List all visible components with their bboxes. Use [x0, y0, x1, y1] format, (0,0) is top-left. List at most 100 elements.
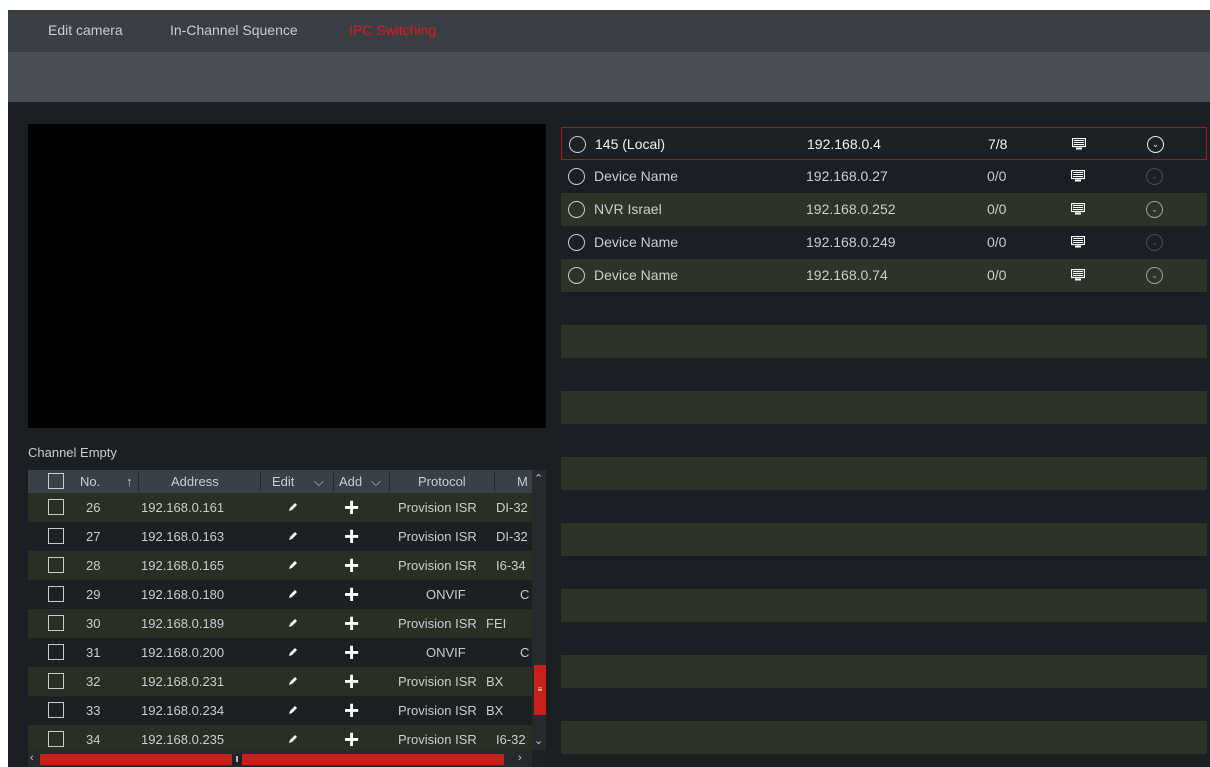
device-radio[interactable]	[568, 267, 585, 284]
row-checkbox[interactable]	[48, 702, 64, 718]
monitor-icon[interactable]	[1071, 203, 1085, 215]
device-radio[interactable]	[568, 201, 585, 218]
row-checkbox[interactable]	[48, 557, 64, 573]
edit-pencil-icon[interactable]	[286, 645, 300, 659]
edit-chevron-down-icon[interactable]: ⌵	[314, 474, 324, 490]
monitor-icon[interactable]	[1072, 138, 1086, 150]
scroll-grip-icon[interactable]: ‖	[232, 754, 242, 765]
cell-address: 192.168.0.235	[141, 732, 225, 747]
sort-arrow-up-icon[interactable]: ↑	[126, 474, 133, 489]
device-row[interactable]: Device Name 192.168.0.27 0/0 ⌄	[561, 160, 1207, 193]
scroll-left-icon[interactable]: ‹	[30, 752, 34, 764]
add-chevron-down-icon[interactable]: ⌵	[371, 474, 381, 490]
monitor-icon[interactable]	[1071, 269, 1085, 281]
cell-model: C	[520, 645, 530, 660]
add-plus-icon[interactable]: +	[344, 639, 359, 665]
expand-chevron-icon[interactable]: ⌄	[1147, 136, 1164, 153]
col-protocol[interactable]: Protocol	[418, 474, 466, 489]
col-address[interactable]: Address	[171, 474, 219, 489]
table-row[interactable]: 33 192.168.0.234 + Provision ISR BX	[28, 696, 532, 725]
expand-chevron-icon[interactable]: ⌄	[1146, 234, 1163, 251]
table-row[interactable]: 32 192.168.0.231 + Provision ISR BX	[28, 667, 532, 696]
row-checkbox[interactable]	[48, 586, 64, 602]
table-row[interactable]: 28 192.168.0.165 + Provision ISR I6-34	[28, 551, 532, 580]
device-radio[interactable]	[568, 234, 585, 251]
vertical-scrollbar[interactable]: ⌃ ≡ ⌄	[532, 470, 546, 750]
cell-model: I6-34	[496, 558, 526, 573]
select-all-checkbox[interactable]	[48, 473, 64, 489]
row-checkbox[interactable]	[48, 731, 64, 747]
tab-ipc-switching[interactable]: IPC Switching	[349, 22, 436, 38]
cell-model: DI-32	[496, 500, 528, 515]
col-add[interactable]: Add	[339, 474, 362, 489]
row-checkbox[interactable]	[48, 644, 64, 660]
list-row-empty	[561, 325, 1207, 358]
table-row[interactable]: 30 192.168.0.189 + Provision ISR FEI	[28, 609, 532, 638]
device-name: Device Name	[594, 168, 679, 184]
tab-edit-camera[interactable]: Edit camera	[48, 22, 123, 38]
device-row[interactable]: Device Name 192.168.0.74 0/0 ⌄	[561, 259, 1207, 292]
add-plus-icon[interactable]: +	[344, 581, 359, 607]
col-no[interactable]: No.	[80, 474, 100, 489]
row-checkbox[interactable]	[48, 528, 64, 544]
scroll-thumb[interactable]	[534, 695, 546, 715]
cell-no: 27	[86, 529, 101, 544]
device-row[interactable]: NVR Israel 192.168.0.252 0/0 ⌄	[561, 193, 1207, 226]
cell-address: 192.168.0.163	[141, 529, 225, 544]
device-radio[interactable]	[568, 168, 585, 185]
horizontal-scrollbar[interactable]: ‹ ‖ ›	[28, 750, 532, 767]
expand-chevron-icon[interactable]: ⌄	[1146, 201, 1163, 218]
list-row-empty	[561, 523, 1207, 556]
device-row[interactable]: 145 (Local) 192.168.0.4 7/8 ⌄	[561, 127, 1207, 160]
row-checkbox[interactable]	[48, 499, 64, 515]
add-plus-icon[interactable]: +	[344, 610, 359, 636]
device-channels: 0/0	[987, 168, 1007, 184]
table-header: No. ↑ Address Edit ⌵ Add ⌵ Protocol M	[28, 470, 532, 493]
edit-pencil-icon[interactable]	[286, 587, 300, 601]
scroll-grip-icon[interactable]: ≡	[534, 685, 546, 695]
row-checkbox[interactable]	[48, 673, 64, 689]
edit-pencil-icon[interactable]	[286, 616, 300, 630]
add-plus-icon[interactable]: +	[344, 523, 359, 549]
cell-protocol: Provision ISR	[398, 529, 477, 544]
row-checkbox[interactable]	[48, 615, 64, 631]
divider	[389, 472, 390, 491]
edit-pencil-icon[interactable]	[286, 529, 300, 543]
table-row[interactable]: 29 192.168.0.180 + ONVIF C	[28, 580, 532, 609]
cell-protocol: Provision ISR	[398, 674, 477, 689]
monitor-icon[interactable]	[1071, 236, 1085, 248]
expand-chevron-icon[interactable]: ⌄	[1146, 168, 1163, 185]
add-plus-icon[interactable]: +	[344, 668, 359, 694]
cell-model: DI-32	[496, 529, 528, 544]
divider	[260, 472, 261, 491]
edit-pencil-icon[interactable]	[286, 732, 300, 746]
edit-pencil-icon[interactable]	[286, 703, 300, 717]
scroll-thumb[interactable]	[40, 754, 504, 765]
device-name: Device Name	[594, 267, 679, 283]
cell-address: 192.168.0.200	[141, 645, 225, 660]
add-plus-icon[interactable]: +	[344, 494, 359, 520]
table-row[interactable]: 26 192.168.0.161 + Provision ISR DI-32	[28, 493, 532, 522]
add-plus-icon[interactable]: +	[344, 726, 359, 752]
cell-address: 192.168.0.161	[141, 500, 225, 515]
col-model[interactable]: M	[517, 474, 528, 489]
edit-pencil-icon[interactable]	[286, 558, 300, 572]
add-plus-icon[interactable]: +	[344, 697, 359, 723]
col-edit[interactable]: Edit	[272, 474, 294, 489]
table-row[interactable]: 27 192.168.0.163 + Provision ISR DI-32	[28, 522, 532, 551]
scroll-up-icon[interactable]: ⌃	[534, 472, 543, 485]
monitor-icon[interactable]	[1071, 170, 1085, 182]
table-row[interactable]: 31 192.168.0.200 + ONVIF C	[28, 638, 532, 667]
add-plus-icon[interactable]: +	[344, 552, 359, 578]
tab-in-channel-sequence[interactable]: In-Channel Squence	[170, 22, 298, 38]
edit-pencil-icon[interactable]	[286, 500, 300, 514]
device-radio[interactable]	[569, 136, 586, 153]
scroll-down-icon[interactable]: ⌄	[534, 734, 543, 747]
cell-no: 33	[86, 703, 101, 718]
scroll-thumb[interactable]	[534, 665, 546, 685]
device-row[interactable]: Device Name 192.168.0.249 0/0 ⌄	[561, 226, 1207, 259]
edit-pencil-icon[interactable]	[286, 674, 300, 688]
cell-model: C	[520, 587, 530, 602]
expand-chevron-icon[interactable]: ⌄	[1146, 267, 1163, 284]
scroll-right-icon[interactable]: ›	[518, 752, 522, 764]
